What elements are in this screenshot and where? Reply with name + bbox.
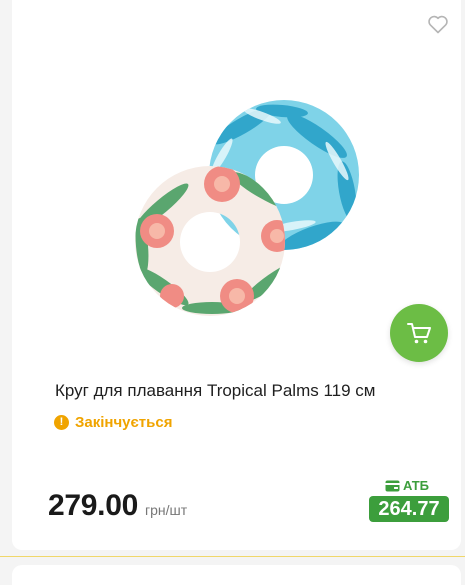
card-icon [385,480,400,491]
price: 279.00 грн/шт [48,489,187,523]
favorite-button[interactable] [426,12,450,36]
promo-price: 264.77 [369,496,449,522]
product-card[interactable]: Круг для плавання Tropical Palms 119 см … [12,0,461,550]
price-unit: грн/шт [144,502,188,518]
stock-status: ! Закінчується [54,412,172,432]
product-title[interactable]: Круг для плавання Tropical Palms 119 см [55,380,445,402]
divider [0,556,465,557]
stock-status-label: Закінчується [75,413,173,431]
add-to-cart-button[interactable] [390,304,448,362]
price-value: 279.00 [48,489,138,522]
heart-icon [428,15,448,34]
promo-label-text: АТБ [403,478,430,493]
product-image[interactable] [122,96,372,326]
cart-icon [407,323,431,344]
promo-label: АТБ [385,478,429,493]
swim-rings-image [135,100,359,316]
next-product-card[interactable] [12,565,461,585]
exclamation-icon: ! [54,414,69,430]
